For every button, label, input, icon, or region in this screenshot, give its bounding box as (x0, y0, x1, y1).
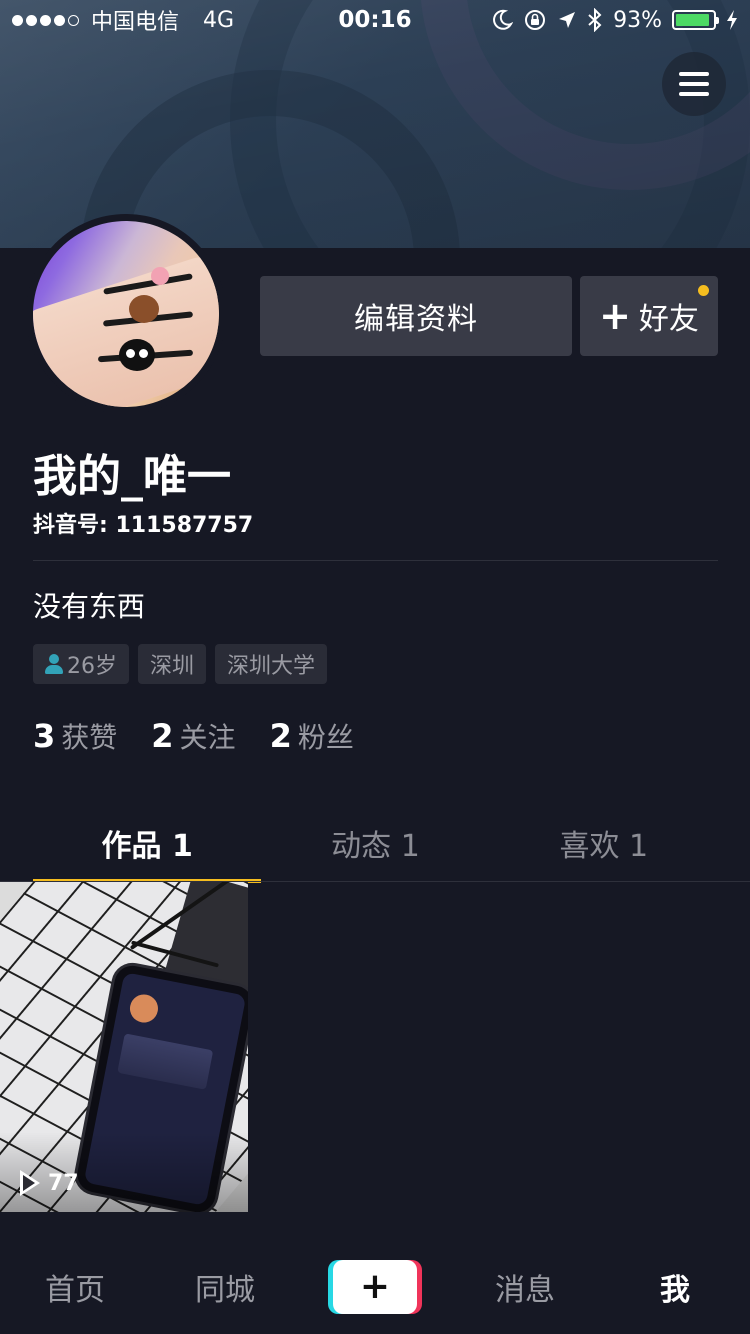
tab-moments[interactable]: 动态 1 (261, 805, 489, 881)
play-count-value: 77 (48, 1170, 79, 1196)
stat-label: 关注 (179, 721, 236, 754)
bottom-nav: 首页 同城 + 消息 我 (0, 1240, 750, 1334)
divider (33, 560, 718, 561)
carrier-name: 中国电信 (91, 10, 180, 35)
nav-local[interactable]: 同城 (150, 1265, 300, 1309)
avatar[interactable] (26, 214, 226, 414)
avatar-image (33, 221, 219, 407)
menu-button[interactable] (662, 52, 726, 116)
battery-percentage: 93% (613, 7, 662, 33)
nav-add-wrap: + (300, 1260, 450, 1314)
nav-messages[interactable]: 消息 (450, 1265, 600, 1309)
stat-label: 获赞 (61, 721, 118, 754)
network-type: 4G (203, 7, 235, 33)
bio: 没有东西 (33, 590, 146, 623)
content-tabs: 作品 1 动态 1 喜欢 1 (33, 805, 718, 883)
school-tag: 深圳大学 (215, 644, 328, 684)
add-friend-label: 好友 (638, 302, 699, 337)
stat-number: 3 (33, 717, 56, 755)
stat-following[interactable]: 2 关注 (151, 716, 235, 756)
bluetooth-icon (588, 8, 602, 32)
person-icon (45, 654, 63, 674)
douyin-id: 抖音号: 111587757 (33, 513, 254, 538)
nav-me[interactable]: 我 (600, 1265, 750, 1309)
city-tag: 深圳 (138, 644, 207, 684)
tab-likes[interactable]: 喜欢 1 (490, 805, 718, 881)
play-icon (20, 1170, 40, 1196)
play-count: 77 (20, 1170, 79, 1196)
battery-icon (672, 10, 719, 30)
nickname: 我的_唯一 (33, 451, 231, 502)
create-video-button[interactable]: + (333, 1260, 417, 1314)
age-tag: 26岁 (33, 644, 129, 684)
profile-stats: 3 获赞 2 关注 2 粉丝 (33, 716, 354, 756)
battery-level (676, 14, 710, 26)
status-bar: 中国电信 4G 00:16 93% (0, 0, 750, 40)
stat-number: 2 (151, 717, 174, 755)
notification-dot (698, 285, 709, 296)
stat-number: 2 (269, 717, 292, 755)
location-arrow-icon (559, 12, 576, 28)
stat-label: 粉丝 (297, 721, 354, 754)
charging-icon (727, 10, 737, 30)
profile-page: 中国电信 4G 00:16 93% 编辑资料 + 好友 我的_唯一 抖音号: 1… (0, 0, 750, 1334)
status-left: 中国电信 4G (12, 4, 234, 36)
signal-strength-icon (12, 14, 79, 26)
plus-icon: + (359, 1266, 391, 1307)
age-label: 26岁 (67, 654, 117, 679)
stat-likes[interactable]: 3 获赞 (33, 716, 117, 756)
moon-icon (493, 9, 514, 30)
rotation-lock-icon (525, 10, 546, 30)
menu-icon (679, 72, 709, 76)
status-right: 93% (491, 8, 738, 33)
profile-tags: 26岁 深圳 深圳大学 (33, 644, 328, 684)
tab-works[interactable]: 作品 1 (33, 805, 262, 883)
video-thumbnail[interactable]: 77 (0, 882, 248, 1212)
nav-home[interactable]: 首页 (0, 1265, 150, 1309)
plus-icon: + (599, 294, 631, 338)
stat-followers[interactable]: 2 粉丝 (270, 716, 354, 756)
edit-profile-button[interactable]: 编辑资料 (260, 276, 572, 356)
add-friend-button[interactable]: + 好友 (580, 276, 718, 356)
